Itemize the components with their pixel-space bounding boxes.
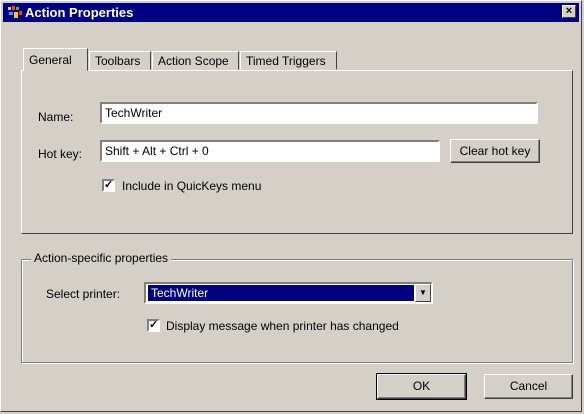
include-quickkeys-label: Include in QuicKeys menu	[122, 179, 262, 193]
ok-button[interactable]: OK	[376, 373, 467, 400]
action-specific-group	[21, 259, 573, 363]
display-message-checkbox[interactable]: ✓	[147, 319, 160, 332]
action-specific-group-title: Action-specific properties	[31, 251, 172, 265]
clear-hotkey-button[interactable]: Clear hot key	[450, 139, 540, 163]
display-message-label: Display message when printer has changed	[166, 319, 399, 333]
title-bar[interactable]: Action Properties ×	[3, 3, 579, 22]
name-label: Name:	[38, 110, 74, 124]
cancel-label: Cancel	[509, 379, 548, 393]
tab-action-scope[interactable]: Action Scope	[152, 51, 239, 70]
tab-toolbars-label: Toolbars	[95, 54, 141, 68]
ok-label: OK	[412, 379, 431, 393]
tab-timed-triggers-label: Timed Triggers	[246, 54, 326, 68]
printer-select-value: TechWriter	[148, 285, 414, 301]
close-button[interactable]: ×	[562, 5, 576, 18]
tab-action-scope-label: Action Scope	[158, 54, 229, 68]
clear-hotkey-label: Clear hot key	[459, 144, 531, 158]
window-title: Action Properties	[25, 5, 134, 20]
select-printer-label: Select printer:	[46, 287, 121, 301]
hotkey-field[interactable]: Shift + Alt + Ctrl + 0	[100, 140, 440, 162]
tab-toolbars[interactable]: Toolbars	[89, 51, 151, 70]
tab-timed-triggers[interactable]: Timed Triggers	[240, 51, 337, 70]
cancel-button[interactable]: Cancel	[484, 374, 573, 399]
action-properties-dialog: Action Properties × General Toolbars Act…	[0, 0, 582, 412]
checkmark-icon: ✓	[104, 179, 114, 191]
checkmark-icon: ✓	[149, 319, 159, 331]
app-icon	[8, 6, 22, 18]
tab-general-label: General	[29, 53, 72, 67]
hotkey-field-value: Shift + Alt + Ctrl + 0	[105, 144, 209, 158]
tab-general[interactable]: General	[23, 48, 88, 71]
include-quickkeys-checkbox[interactable]: ✓	[102, 179, 115, 192]
printer-select[interactable]: TechWriter ▼	[144, 282, 433, 304]
close-icon: ×	[565, 5, 573, 17]
name-field-value: TechWriter	[105, 106, 163, 120]
name-field[interactable]: TechWriter	[100, 102, 538, 124]
chevron-down-icon[interactable]: ▼	[415, 284, 431, 302]
hotkey-label: Hot key:	[38, 147, 83, 161]
